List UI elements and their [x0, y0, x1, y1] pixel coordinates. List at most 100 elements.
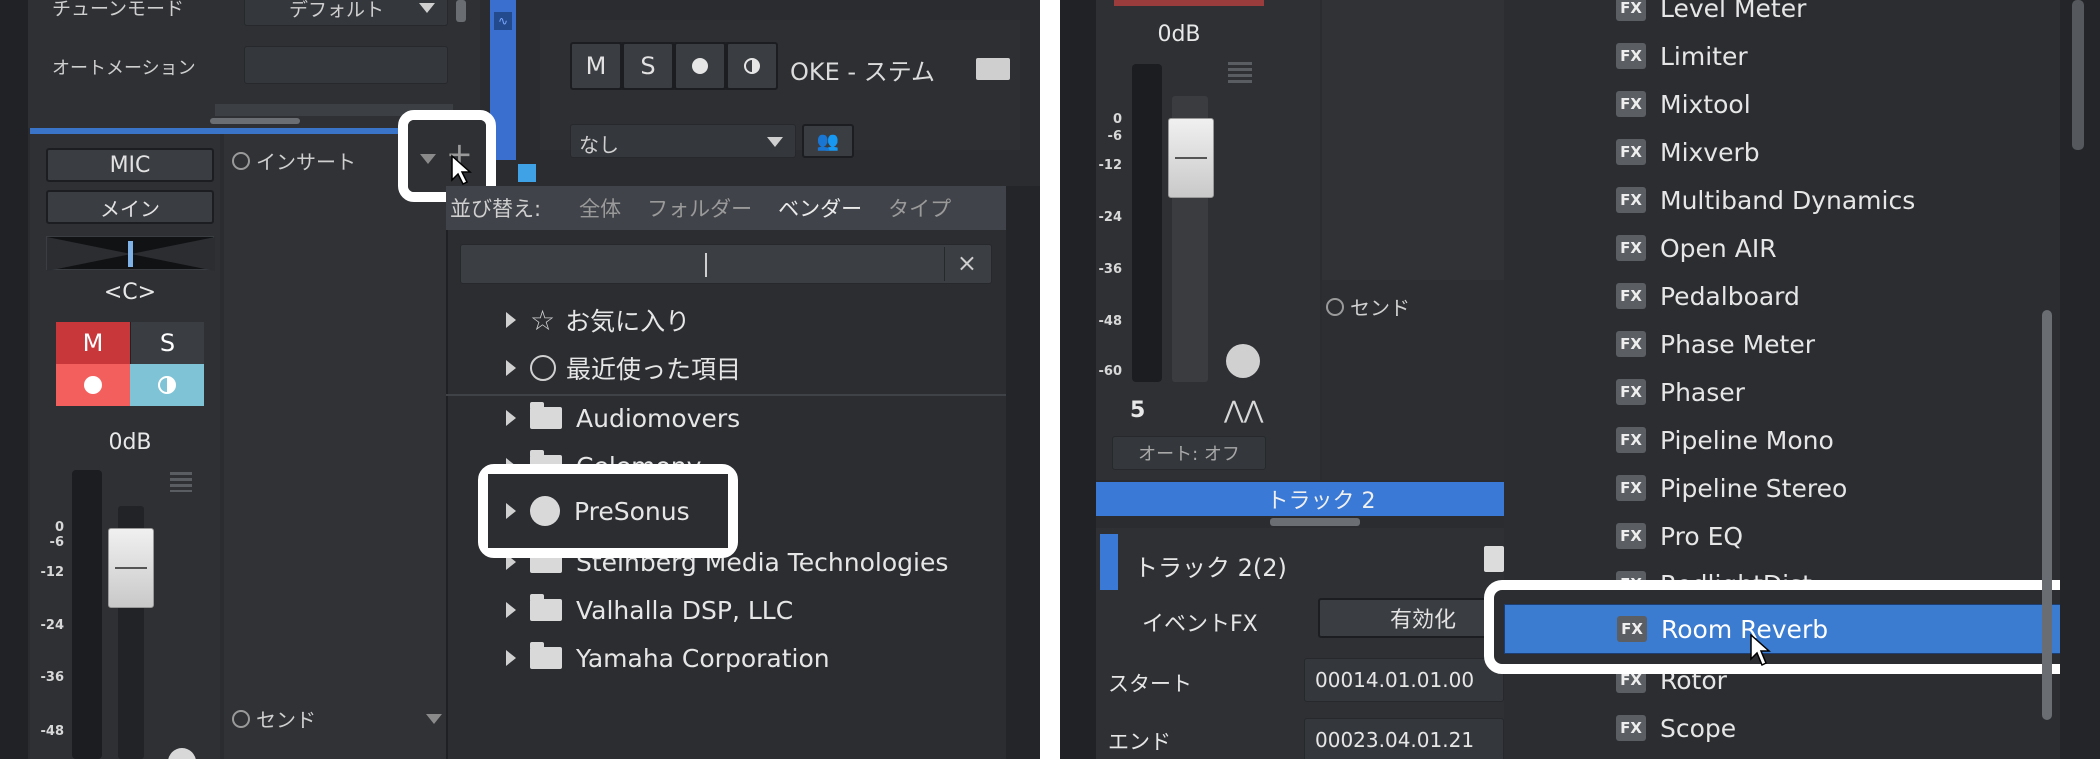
- left-edge: [0, 0, 28, 759]
- track-solo-button[interactable]: S: [622, 42, 674, 90]
- send-label: センド: [1350, 296, 1410, 320]
- far-right-scrollbar[interactable]: [2072, 0, 2084, 150]
- fx-item[interactable]: FX Open AIR: [1504, 224, 2064, 272]
- fx-icon: FX: [1616, 235, 1646, 261]
- send-label: センド: [256, 708, 316, 732]
- power-icon[interactable]: [232, 151, 250, 170]
- fx-item[interactable]: FX Mixverb: [1504, 128, 2064, 176]
- scale-tick: 0: [1112, 112, 1122, 127]
- input-select-button[interactable]: MIC: [46, 148, 214, 182]
- people-icon[interactable]: 👥: [802, 124, 854, 158]
- fx-item[interactable]: FX Phase Meter: [1504, 320, 2064, 368]
- room-reverb-item[interactable]: FX Room Reverb: [1504, 604, 2088, 667]
- fader-scale: 0 -6 -12 -24 -36 -48: [38, 520, 68, 759]
- fx-label: Mixverb: [1660, 137, 1760, 167]
- event-fx-label: イベントFX: [1142, 612, 1258, 637]
- mute-button[interactable]: M: [56, 322, 130, 364]
- list-item-favorites[interactable]: ☆ お気に入り: [446, 296, 1006, 344]
- monitor-icon: [158, 376, 176, 394]
- sort-tab-type[interactable]: タイプ: [888, 193, 951, 223]
- volume-readout: 0dB: [108, 430, 152, 455]
- auto-mode-label: オート: オフ: [1138, 444, 1240, 465]
- solo-button[interactable]: S: [130, 322, 204, 364]
- fx-item[interactable]: FX Mixtool: [1504, 80, 2064, 128]
- scale-tick: -12: [1098, 158, 1123, 173]
- end-label: エンド: [1108, 730, 1171, 754]
- meter-track: [72, 470, 102, 759]
- track-banner: トラック 2: [1096, 482, 1546, 516]
- channel-number: 5: [1130, 398, 1146, 423]
- automation-field[interactable]: [244, 46, 448, 84]
- fx-item[interactable]: FX Pro EQ: [1504, 512, 2064, 560]
- meter-menu-icon[interactable]: [170, 472, 192, 492]
- waveform-icon[interactable]: ⋀⋀: [1224, 396, 1263, 424]
- end-field[interactable]: 00023.04.01.21: [1304, 718, 1504, 759]
- power-icon[interactable]: [232, 709, 250, 728]
- pan-slider[interactable]: [46, 236, 215, 271]
- fx-label: Phase Meter: [1660, 329, 1816, 359]
- splitter-handle[interactable]: [210, 118, 300, 124]
- fx-item[interactable]: FX Pedalboard: [1504, 272, 2064, 320]
- clear-search-icon[interactable]: ×: [957, 249, 977, 277]
- fx-label: Level Meter: [1660, 0, 1807, 23]
- track-monitor-button[interactable]: [726, 42, 778, 90]
- fader-handle[interactable]: [108, 528, 154, 608]
- presonus-item[interactable]: PreSonus: [488, 474, 728, 548]
- scale-tick: 0: [54, 520, 64, 535]
- event-checkbox[interactable]: [1484, 546, 1504, 572]
- fader-handle[interactable]: [1168, 118, 1214, 198]
- start-label: スタート: [1108, 672, 1192, 696]
- browser-search-input[interactable]: ×: [460, 244, 992, 284]
- monitor-icon: [744, 58, 760, 74]
- sort-tab-all[interactable]: 全体: [579, 193, 621, 223]
- expand-arrow-icon: [506, 602, 516, 618]
- monitor-button[interactable]: [130, 364, 204, 406]
- vendor-item[interactable]: Valhalla DSP, LLC: [446, 586, 1006, 634]
- vendor-item[interactable]: Audiomovers: [446, 394, 1006, 442]
- sort-tab-vendor[interactable]: ベンダー: [778, 193, 862, 223]
- start-field[interactable]: 00014.01.01.00: [1304, 658, 1504, 702]
- scale-tick: -36: [1098, 262, 1123, 277]
- fx-item[interactable]: FX Scope: [1504, 704, 2064, 752]
- fx-item[interactable]: FX Phaser: [1504, 368, 2064, 416]
- inspector-scrollbar[interactable]: [456, 0, 466, 22]
- folder-icon[interactable]: [976, 58, 1010, 80]
- send-menu-arrow[interactable]: [426, 713, 442, 724]
- preset-select[interactable]: なし: [570, 124, 796, 158]
- list-item-recent[interactable]: 最近使った項目: [446, 344, 1006, 392]
- fx-label: Pedalboard: [1660, 281, 1800, 311]
- track-mute-button[interactable]: M: [570, 42, 622, 90]
- fx-item[interactable]: FX Limiter: [1504, 32, 2064, 80]
- pan-knob-icon[interactable]: [1226, 344, 1260, 378]
- vendor-item[interactable]: Yamaha Corporation: [446, 634, 1006, 682]
- expand-arrow-icon: [506, 650, 516, 666]
- track-banner-label: トラック 2: [1266, 489, 1376, 514]
- splitter-handle[interactable]: [1270, 518, 1360, 526]
- add-insert-button[interactable]: +: [408, 120, 486, 192]
- meter-track: [1132, 64, 1162, 382]
- search-divider: [944, 247, 945, 281]
- expand-arrow-icon: [506, 360, 516, 376]
- track-name: OKE - ステム: [790, 58, 935, 86]
- meter-menu-icon[interactable]: [1228, 62, 1252, 86]
- sort-tab-folder[interactable]: フォルダー: [647, 193, 752, 223]
- preset-value: なし: [579, 133, 619, 157]
- fx-list-scrollbar[interactable]: [2042, 310, 2052, 720]
- power-icon[interactable]: [1326, 297, 1344, 316]
- left-screenshot: チューンモード デフォルト オートメーション ∿ MIC メイン <C> M S…: [0, 0, 1040, 759]
- fx-label: Multiband Dynamics: [1660, 185, 1916, 215]
- fader-scale: 0 -6 -12 -24 -36 -48 -60: [1096, 112, 1126, 382]
- text-cursor: [705, 253, 707, 277]
- record-arm-button[interactable]: [56, 364, 130, 406]
- auto-mode-button[interactable]: オート: オフ: [1112, 436, 1266, 470]
- fx-item[interactable]: FX Level Meter: [1504, 0, 2064, 32]
- vendor-label: Yamaha Corporation: [576, 643, 830, 673]
- fx-item[interactable]: FX Pipeline Mono: [1504, 416, 2064, 464]
- pan-value: <C>: [103, 280, 157, 305]
- fx-item[interactable]: FX Pipeline Stereo: [1504, 464, 2064, 512]
- fx-item[interactable]: FX Multiband Dynamics: [1504, 176, 2064, 224]
- track-record-button[interactable]: [674, 42, 726, 90]
- output-select-button[interactable]: メイン: [46, 190, 214, 224]
- automation-label: オートメーション: [52, 58, 196, 79]
- tune-mode-select[interactable]: デフォルト: [244, 0, 448, 26]
